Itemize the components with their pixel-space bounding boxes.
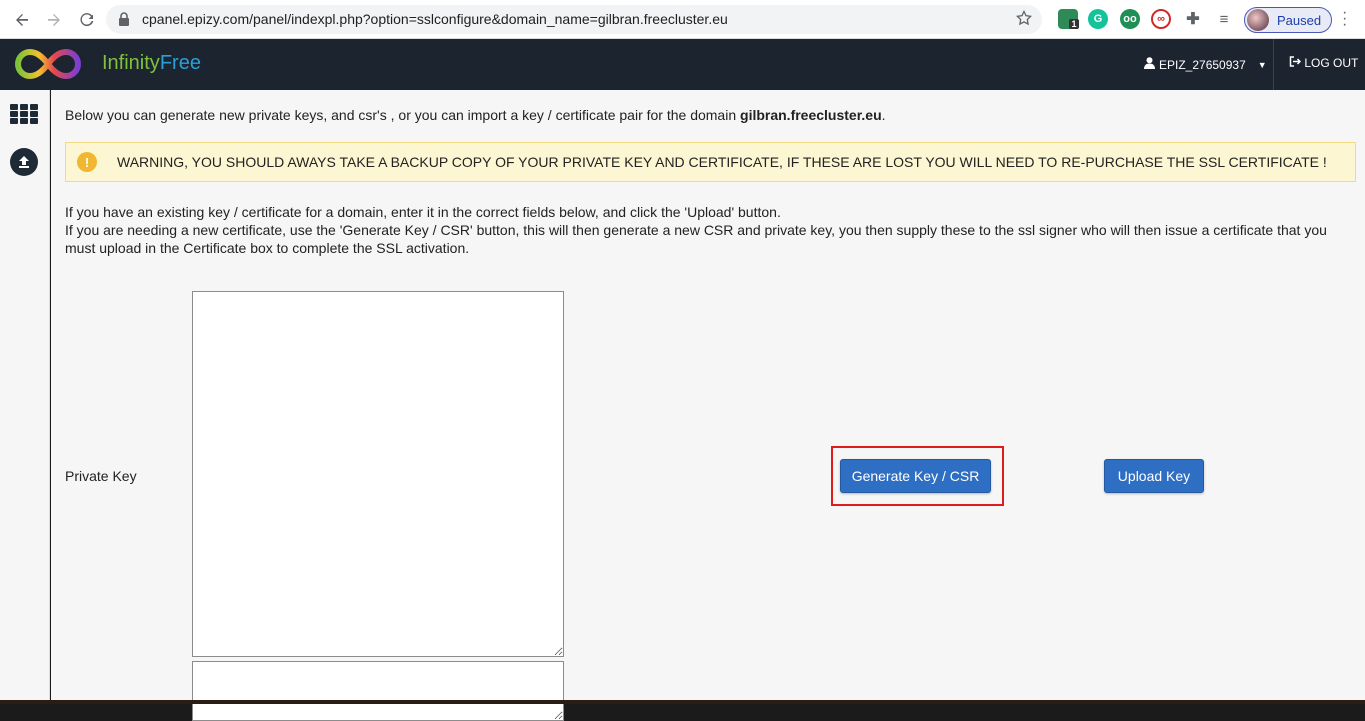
upload-key-button[interactable]: Upload Key — [1104, 459, 1204, 493]
warning-alert: ! WARNING, YOU SHOULD AWAYS TAKE A BACKU… — [65, 142, 1356, 182]
extension-red-icon[interactable]: ∞ — [1151, 9, 1171, 29]
logout-link[interactable]: LOG OUT — [1289, 56, 1358, 70]
user-menu[interactable]: EPIZ_27650937 ▼ — [1132, 39, 1274, 90]
extensions-puzzle-icon[interactable]: ✚ — [1183, 9, 1203, 29]
browser-menu-icon[interactable]: · · · — [1342, 5, 1347, 33]
tripadvisor-icon[interactable]: oo — [1120, 9, 1140, 29]
forward-icon[interactable] — [42, 8, 66, 32]
avatar — [1247, 9, 1269, 31]
warning-text: WARNING, YOU SHOULD AWAYS TAKE A BACKUP … — [117, 154, 1327, 170]
private-key-field[interactable] — [192, 291, 564, 657]
reload-icon[interactable] — [75, 8, 99, 32]
username-label: EPIZ_27650937 — [1159, 57, 1246, 72]
domain-name: gilbran.freecluster.eu — [740, 107, 882, 123]
address-bar[interactable]: cpanel.epizy.com/panel/indexpl.php?optio… — [106, 5, 1042, 34]
brand-name[interactable]: InfinityFree — [102, 52, 201, 75]
browser-toolbar: cpanel.epizy.com/panel/indexpl.php?optio… — [0, 0, 1365, 39]
brand-free: Free — [159, 52, 201, 74]
media-queue-icon[interactable]: ≡ — [1214, 9, 1234, 29]
back-icon[interactable] — [10, 8, 34, 32]
intro-suffix: . — [881, 107, 886, 123]
apps-grid-icon[interactable] — [10, 104, 38, 124]
intro-text: Below you can generate new private keys,… — [65, 107, 886, 123]
app-header: InfinityFree EPIZ_27650937 ▼ LOG OUT — [0, 39, 1365, 90]
private-key-label: Private Key — [65, 468, 137, 484]
upload-icon[interactable] — [10, 148, 38, 176]
infinity-logo-icon[interactable] — [14, 47, 82, 81]
exclamation-icon: ! — [77, 152, 97, 172]
chevron-down-icon: ▼ — [1257, 59, 1267, 70]
profile-status-label: Paused — [1277, 12, 1322, 28]
certificate-field[interactable] — [192, 661, 564, 721]
lock-icon — [118, 12, 130, 31]
grammarly-icon[interactable]: G — [1088, 9, 1108, 29]
desktop-background-strip — [0, 700, 1365, 704]
sidebar — [0, 90, 50, 704]
logout-label: LOG OUT — [1304, 56, 1359, 70]
brand-infinity: Infinity — [102, 52, 160, 74]
extension-shield-icon[interactable]: 1 — [1058, 9, 1079, 29]
intro-sentence: Below you can generate new private keys,… — [65, 107, 741, 123]
logout-icon — [1289, 56, 1304, 70]
generate-key-csr-button[interactable]: Generate Key / CSR — [840, 459, 991, 493]
url-text: cpanel.epizy.com/panel/indexpl.php?optio… — [142, 11, 728, 27]
user-icon — [1144, 57, 1155, 72]
bookmark-star-icon[interactable] — [1015, 9, 1033, 31]
help-line-1: If you have an existing key / certificat… — [65, 204, 781, 220]
help-text: If you have an existing key / certificat… — [65, 203, 1357, 257]
help-line-2: If you are needing a new certificate, us… — [65, 222, 1327, 256]
profile-button[interactable]: Paused — [1244, 7, 1332, 33]
main-content: Below you can generate new private keys,… — [51, 90, 1365, 721]
